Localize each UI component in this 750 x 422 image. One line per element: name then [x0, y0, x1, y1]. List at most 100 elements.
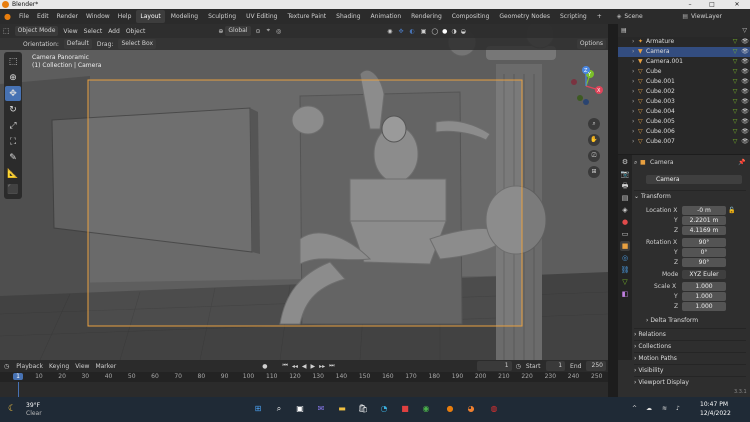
outliner-item[interactable]: › ▽ Cube.007 ▽ 👁	[618, 137, 750, 147]
shading-rendered-icon[interactable]: ◒	[459, 28, 468, 35]
visibility-eye-icon[interactable]: 👁	[740, 57, 750, 67]
collections-section[interactable]: › Collections	[634, 340, 746, 351]
firefox-icon[interactable]: ◕	[465, 403, 477, 415]
visibility-eye-icon[interactable]: 👁	[740, 87, 750, 97]
file-explorer-icon[interactable]: ▬	[336, 403, 348, 415]
navigation-gizmo[interactable]: X Y Z	[566, 66, 606, 106]
current-frame-field[interactable]: 1	[476, 361, 512, 371]
play-reverse-icon[interactable]: ◀	[300, 363, 309, 370]
start-frame-field[interactable]: 1	[545, 361, 566, 371]
outliner-item[interactable]: › ✦ Armature ▽ 👁	[618, 37, 750, 47]
tab-uv-editing[interactable]: UV Editing	[242, 10, 281, 23]
outliner-item[interactable]: › ▼ Camera ▽ 👁	[618, 47, 750, 57]
viewport-display-section[interactable]: › Viewport Display	[634, 376, 746, 387]
mode-dropdown[interactable]: Object Mode	[14, 26, 59, 36]
drag-dropdown[interactable]: Select Box	[118, 39, 157, 49]
rotation-y-field[interactable]: 0°	[682, 248, 726, 257]
rotation-mode-dropdown[interactable]: XYZ Euler	[682, 270, 726, 279]
texture-tab-icon[interactable]: ◧	[620, 289, 630, 299]
end-frame-field[interactable]: 250	[586, 361, 606, 371]
menu-view[interactable]: View	[60, 28, 80, 35]
pan-hand-icon[interactable]: ✋	[588, 134, 600, 146]
timeline-editor-icon[interactable]: ◷	[0, 363, 13, 370]
tab-modeling[interactable]: Modeling	[167, 10, 202, 23]
menu-help[interactable]: Help	[114, 9, 136, 24]
constraints-tab-icon[interactable]: ⛓	[620, 265, 630, 275]
start-button-icon[interactable]: ⊞	[252, 403, 264, 415]
view-layer-selector[interactable]: ViewLayer	[688, 13, 725, 20]
tab-animation[interactable]: Animation	[367, 10, 406, 23]
camera-view-icon[interactable]: ⎚	[588, 150, 600, 162]
output-tab-icon[interactable]: 🖶	[620, 181, 630, 191]
editor-type-icon[interactable]: ⬚	[0, 27, 13, 35]
scale-z-field[interactable]: 1.000	[682, 302, 726, 311]
outliner-item[interactable]: › ▼ Camera.001 ▽ 👁	[618, 57, 750, 67]
outliner-item[interactable]: › ▽ Cube ▽ 👁	[618, 67, 750, 77]
location-y-field[interactable]: 2.2201 m	[682, 216, 726, 225]
scene-selector[interactable]: Scene	[621, 13, 676, 20]
menu-add[interactable]: Add	[105, 28, 123, 35]
next-keyframe-icon[interactable]: ▸▸	[317, 363, 327, 370]
visibility-eye-icon[interactable]: 👁	[740, 117, 750, 127]
visibility-eye-icon[interactable]: 👁	[740, 47, 750, 57]
timeline-view-menu[interactable]: View	[72, 363, 92, 370]
tab-layout[interactable]: Layout	[136, 10, 165, 23]
transform-tool-icon[interactable]: ⛶	[5, 134, 21, 149]
close-button[interactable]: ✕	[726, 0, 748, 9]
weather-icon[interactable]: ☾	[8, 404, 16, 414]
app-icon-red[interactable]: ■	[399, 403, 411, 415]
gizmo-toggle-icon[interactable]: ✥	[395, 28, 406, 35]
rotation-z-field[interactable]: 90°	[682, 258, 726, 267]
rotation-x-field[interactable]: 90°	[682, 238, 726, 247]
motion-paths-section[interactable]: › Motion Paths	[634, 352, 746, 363]
snap-icon[interactable]: ⌖	[264, 27, 273, 35]
tool-tab-icon[interactable]: ⚙	[620, 157, 630, 167]
visibility-eye-icon[interactable]: 👁	[740, 107, 750, 117]
object-tab-icon[interactable]: ■	[620, 241, 630, 251]
edge-icon[interactable]: ◔	[378, 403, 390, 415]
perspective-toggle-icon[interactable]: ⊞	[588, 166, 600, 178]
delta-transform-section[interactable]: › Delta Transform	[646, 315, 750, 326]
keyframe-area[interactable]	[0, 382, 608, 397]
scale-y-field[interactable]: 1.000	[682, 292, 726, 301]
maximize-button[interactable]: □	[702, 0, 722, 9]
visibility-eye-icon[interactable]: 👁	[740, 77, 750, 87]
outliner-item[interactable]: › ▽ Cube.001 ▽ 👁	[618, 77, 750, 87]
scene-tab-icon[interactable]: ◈	[620, 205, 630, 215]
store-icon[interactable]: 🛍	[357, 403, 369, 415]
tab-texture-paint[interactable]: Texture Paint	[283, 10, 330, 23]
blender-menu-icon[interactable]: ●	[0, 12, 15, 21]
task-view-icon[interactable]: ▣	[294, 403, 306, 415]
location-lock-icon[interactable]: 🔓	[728, 206, 735, 215]
visibility-eye-icon[interactable]: 👁	[740, 137, 750, 147]
data-tab-icon[interactable]: ▽	[620, 277, 630, 287]
annotate-tool-icon[interactable]: ✎	[5, 150, 21, 165]
render-tab-icon[interactable]: 📷	[620, 169, 630, 179]
measure-tool-icon[interactable]: 📐	[5, 166, 21, 181]
chrome-icon[interactable]: ◉	[420, 403, 432, 415]
chat-icon[interactable]: ✉	[315, 403, 327, 415]
location-z-field[interactable]: 4.1169 m	[682, 226, 726, 235]
shading-wireframe-icon[interactable]: ◯	[429, 28, 440, 35]
add-workspace-button[interactable]: +	[593, 10, 606, 23]
menu-render[interactable]: Render	[53, 9, 82, 24]
relations-section[interactable]: › Relations	[634, 328, 746, 339]
pivot-icon[interactable]: ⊙	[253, 28, 264, 35]
menu-select[interactable]: Select	[81, 28, 106, 35]
object-name-field[interactable]: Camera	[646, 175, 742, 184]
tab-sculpting[interactable]: Sculpting	[204, 10, 240, 23]
minimize-button[interactable]: –	[680, 0, 700, 9]
menu-file[interactable]: File	[15, 9, 33, 24]
outliner-item[interactable]: › ▽ Cube.003 ▽ 👁	[618, 97, 750, 107]
props-search-icon[interactable]: ⌕	[634, 158, 637, 167]
rotate-tool-icon[interactable]: ↻	[5, 102, 21, 117]
marker-menu[interactable]: Marker	[92, 363, 119, 370]
zoom-icon[interactable]: ⌕	[588, 118, 600, 130]
visibility-eye-icon[interactable]: 👁	[740, 67, 750, 77]
network-icon[interactable]: ☁	[646, 405, 652, 412]
scale-tool-icon[interactable]: ⤢	[5, 118, 21, 133]
move-tool-icon[interactable]: ✥	[5, 86, 21, 101]
record-icon[interactable]: ●	[259, 363, 270, 370]
orientation-dropdown[interactable]: Default	[63, 39, 92, 49]
tray-chevron-icon[interactable]: ^	[632, 405, 637, 412]
